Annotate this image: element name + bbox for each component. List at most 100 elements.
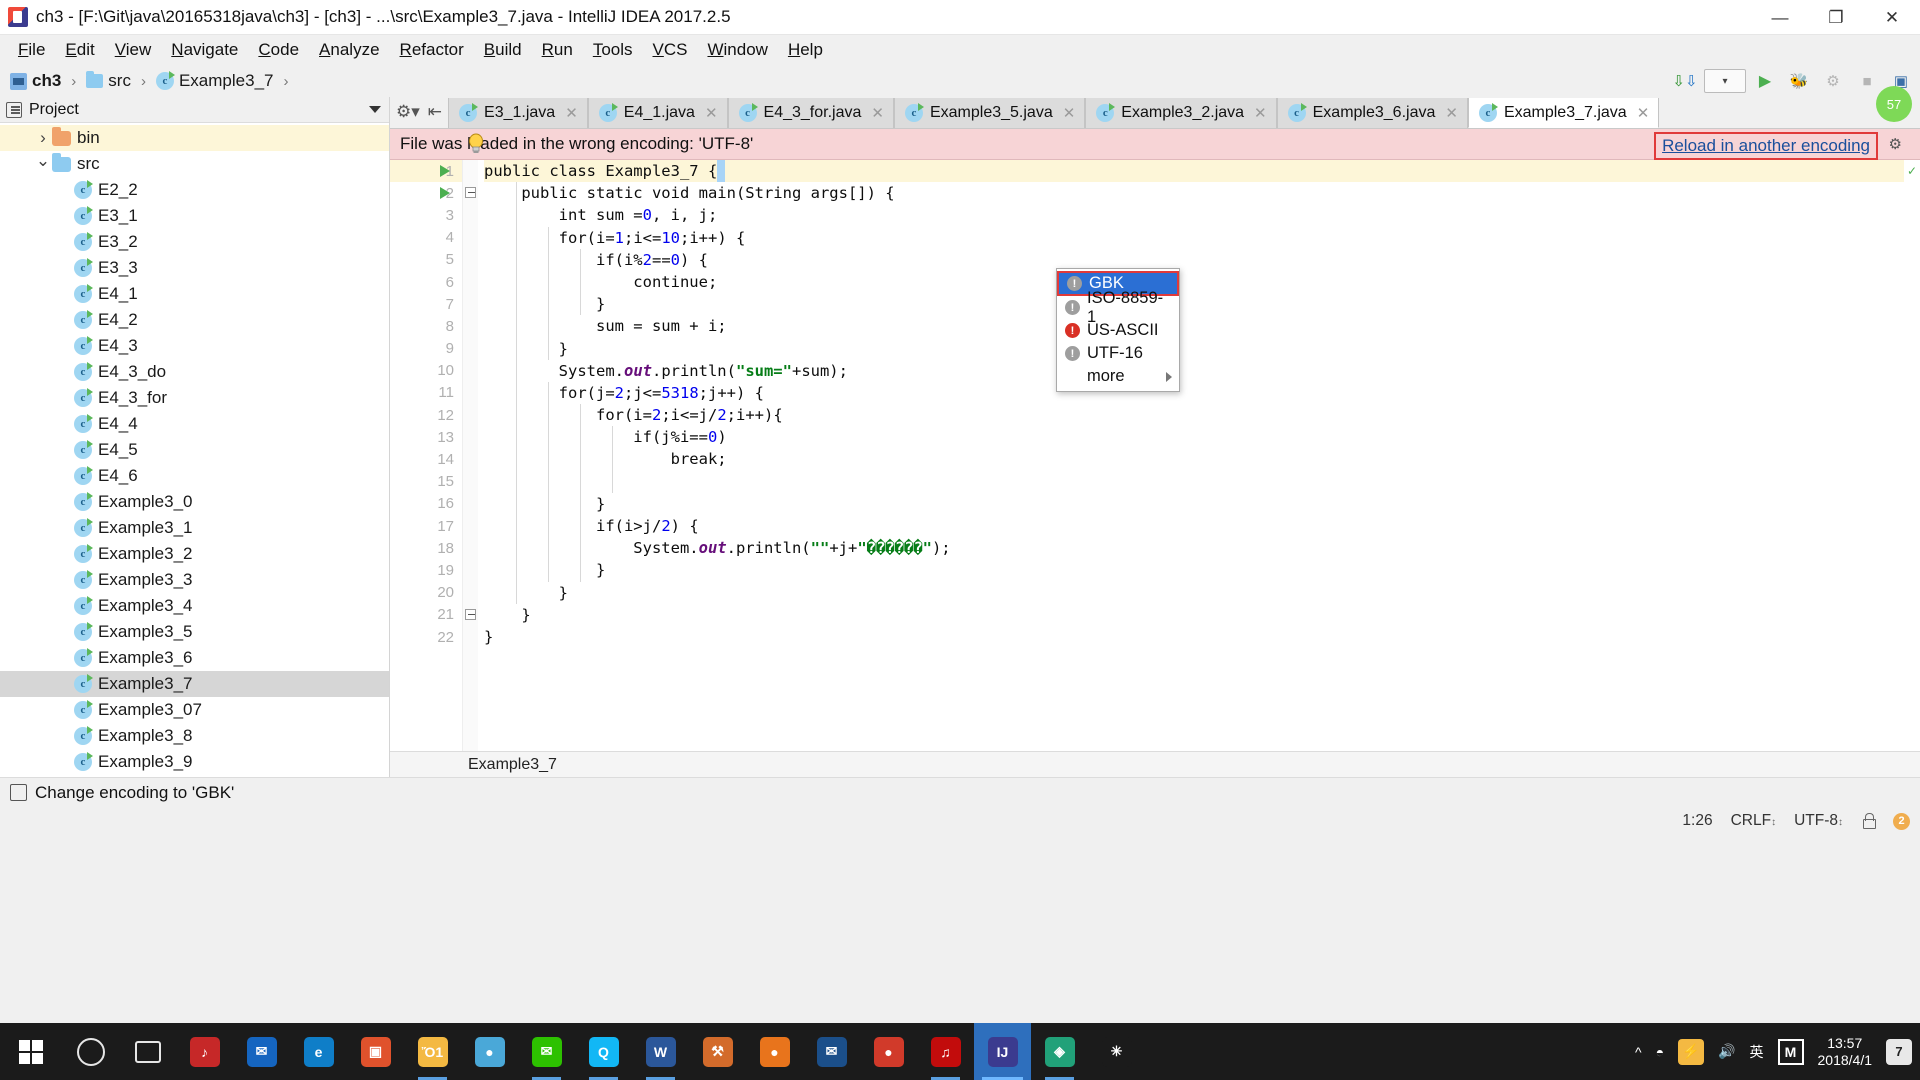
start-button[interactable] (0, 1023, 62, 1080)
code-line[interactable]: for(j=2;j<=5318;j++) { (484, 382, 1904, 404)
tree-item-example3_3[interactable]: c Example3_3 (0, 567, 389, 593)
code-line[interactable]: int sum =0, i, j; (484, 204, 1904, 226)
editor-tab-example3_7.java[interactable]: c Example3_7.java ✕ (1467, 98, 1660, 128)
search-button[interactable] (62, 1023, 119, 1080)
code-line[interactable]: } (484, 582, 1904, 604)
close-tab-icon[interactable]: ✕ (1445, 104, 1458, 122)
line-number[interactable]: 4 (390, 227, 462, 249)
taskbar-item-tools[interactable]: ⚒ (689, 1023, 746, 1080)
tree-item-e4_3_do[interactable]: c E4_3_do (0, 359, 389, 385)
avatar-icon[interactable]: 57 (1876, 86, 1912, 122)
menu-item-code[interactable]: Code (248, 37, 309, 63)
line-number[interactable]: 9 (390, 338, 462, 360)
run-icon[interactable]: ▶ (1750, 68, 1780, 94)
tree-item-example3_9[interactable]: c Example3_9 (0, 749, 389, 775)
taskbar-item-file-explorer[interactable]: Ὄ1 (404, 1023, 461, 1080)
intention-bulb-icon[interactable] (468, 133, 484, 155)
tree-item-example3_0[interactable]: c Example3_0 (0, 489, 389, 515)
line-number[interactable]: 19 (390, 559, 462, 581)
encoding-dropdown-popup[interactable]: ! GBK! ISO-8859-1! US-ASCII! UTF-16 more (1056, 268, 1180, 392)
clock[interactable]: 13:57 2018/4/1 (1818, 1035, 1873, 1067)
menu-item-run[interactable]: Run (532, 37, 583, 63)
tree-item-example3_1[interactable]: c Example3_1 (0, 515, 389, 541)
taskbar-item-edge[interactable]: e (290, 1023, 347, 1080)
tree-item-example3_07[interactable]: c Example3_07 (0, 697, 389, 723)
battery-icon[interactable]: ⚡ (1678, 1038, 1705, 1065)
notification-center-badge[interactable]: 7 (1886, 1038, 1912, 1065)
run-gutter-icon[interactable] (440, 165, 450, 177)
tree-item-e4_6[interactable]: c E4_6 (0, 463, 389, 489)
tree-item-e2_2[interactable]: c E2_2 (0, 177, 389, 203)
line-number[interactable]: 12 (390, 404, 462, 426)
tree-item-e4_1[interactable]: c E4_1 (0, 281, 389, 307)
tree-item-e4_4[interactable]: c E4_4 (0, 411, 389, 437)
close-tab-icon[interactable]: ✕ (1063, 104, 1076, 122)
taskbar-item-intellij-idea[interactable]: IJ (974, 1023, 1031, 1080)
menu-item-refactor[interactable]: Refactor (390, 37, 474, 63)
tree-item-example3_5[interactable]: c Example3_5 (0, 619, 389, 645)
volume-icon[interactable]: 🔊 (1718, 1043, 1735, 1060)
fold-method-icon[interactable] (465, 187, 476, 199)
chevron-right-icon[interactable] (34, 128, 52, 148)
code-text[interactable]: public class Example3_7 { public static … (478, 160, 1904, 751)
tree-item-e3_1[interactable]: c E3_1 (0, 203, 389, 229)
read-only-lock-icon[interactable] (1861, 813, 1876, 829)
tree-item-example3_7[interactable]: c Example3_7 (0, 671, 389, 697)
code-line[interactable]: } (484, 604, 1904, 626)
breadcrumb-file[interactable]: Example3_7 (179, 71, 274, 91)
line-separator[interactable]: CRLF↕ (1731, 812, 1776, 830)
breadcrumb-module[interactable]: ch3 (32, 71, 61, 91)
line-number[interactable]: 22 (390, 626, 462, 648)
maximize-button[interactable]: ❐ (1808, 0, 1864, 35)
menu-item-vcs[interactable]: VCS (643, 37, 698, 63)
taskbar-item-accessibility[interactable]: ✳ (1088, 1023, 1145, 1080)
line-number[interactable]: 8 (390, 315, 462, 337)
line-number[interactable]: 14 (390, 448, 462, 470)
run-gutter-icon[interactable] (440, 187, 450, 200)
editor-tab-e3_1.java[interactable]: c E3_1.java ✕ (448, 98, 588, 128)
line-number[interactable]: 20 (390, 582, 462, 604)
menu-item-help[interactable]: Help (778, 37, 833, 63)
code-line[interactable]: System.out.println("sum="+sum); (484, 360, 1904, 382)
code-editor[interactable]: 1 2 3 4 5 6 7 8 9 10 11 12 13 14 15 16 17 18 19 20 21 22 publ… (390, 160, 1920, 751)
editor-tab-example3_5.java[interactable]: c Example3_5.java ✕ (893, 98, 1086, 128)
code-line[interactable]: public static void main(String args[]) { (484, 182, 1904, 204)
tree-item-bin[interactable]: bin (0, 125, 389, 151)
taskbar-item-netease-cloud[interactable]: ♫ (917, 1023, 974, 1080)
line-number[interactable]: 21 (390, 604, 462, 626)
line-number[interactable]: 3 (390, 204, 462, 226)
update-project-icon[interactable]: ⇩ ⇩ (1670, 68, 1700, 94)
fold-end-icon[interactable] (465, 609, 476, 620)
close-tab-icon[interactable]: ✕ (1254, 104, 1267, 122)
line-number[interactable]: 2 (390, 182, 462, 204)
menu-item-build[interactable]: Build (474, 37, 532, 63)
network-icon[interactable]: ◓ (1656, 1044, 1664, 1060)
close-tab-icon[interactable]: ✕ (565, 104, 578, 122)
menu-item-window[interactable]: Window (697, 37, 777, 63)
tree-item-example3_6[interactable]: c Example3_6 (0, 645, 389, 671)
ime-language-indicator[interactable]: 英 (1750, 1042, 1764, 1062)
code-line[interactable]: for(i=2;i<=j/2;i++){ (484, 404, 1904, 426)
code-line[interactable]: System.out.println(""+j+"������"); (484, 537, 1904, 559)
reload-in-another-encoding-link[interactable]: Reload in another encoding (1654, 132, 1878, 160)
minimize-button[interactable]: — (1752, 0, 1808, 35)
editor-breadcrumb[interactable]: Example3_7 (390, 751, 1920, 777)
menu-item-analyze[interactable]: Analyze (309, 37, 389, 63)
code-line[interactable] (484, 471, 1904, 493)
encoding-option-us-ascii[interactable]: ! US-ASCII (1057, 319, 1179, 342)
ime-mode-icon[interactable]: M (1777, 1038, 1804, 1065)
menu-item-view[interactable]: View (105, 37, 162, 63)
tree-item-e3_2[interactable]: c E3_2 (0, 229, 389, 255)
code-line[interactable]: if(i>j/2) { (484, 515, 1904, 537)
encoding-option-utf-16[interactable]: ! UTF-16 (1057, 342, 1179, 365)
tree-item-example3_2[interactable]: c Example3_2 (0, 541, 389, 567)
run-configuration-combo[interactable]: ▾ (1704, 69, 1746, 93)
code-line[interactable]: } (484, 626, 1904, 648)
chevron-down-icon[interactable] (369, 106, 381, 113)
menu-item-edit[interactable]: Edit (55, 37, 104, 63)
task-view-button[interactable] (119, 1023, 176, 1080)
breadcrumb-folder[interactable]: src (108, 71, 131, 91)
event-log-badge[interactable]: 2 (1893, 812, 1910, 830)
line-number[interactable]: 11 (390, 382, 462, 404)
line-number[interactable]: 18 (390, 537, 462, 559)
